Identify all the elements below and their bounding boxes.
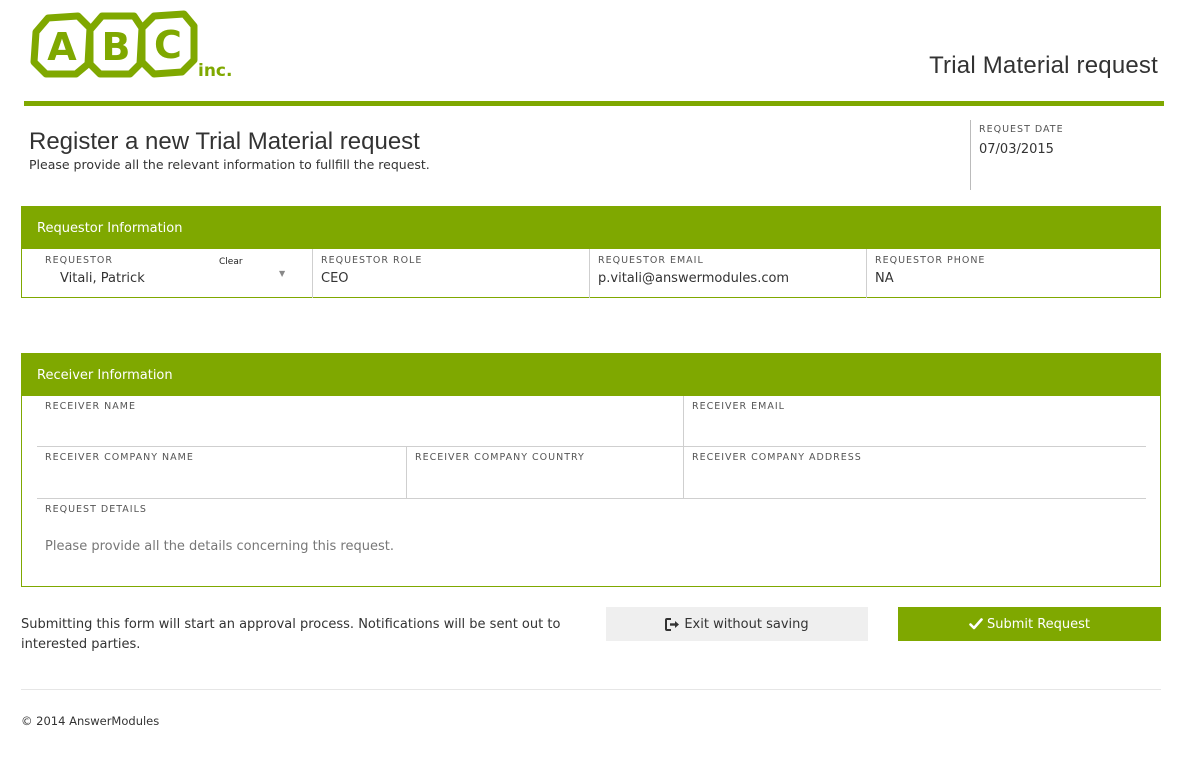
request-date-value: 07/03/2015 — [979, 142, 1054, 157]
request-details-textarea[interactable]: REQUEST DETAILS Please provide all the d… — [37, 499, 1146, 579]
requestor-phone-value: NA — [875, 271, 894, 286]
receiver-company-country-label: RECEIVER COMPANY COUNTRY — [415, 452, 585, 463]
receiver-panel-title: Receiver Information — [22, 354, 1160, 396]
clear-requestor-link[interactable]: Clear — [219, 257, 243, 267]
svg-text:B: B — [102, 25, 131, 69]
svg-text:A: A — [47, 25, 77, 69]
requestor-email-value: p.vitali@answermodules.com — [598, 271, 790, 286]
requestor-role-label: REQUESTOR ROLE — [321, 255, 423, 266]
copyright: © 2014 AnswerModules — [21, 714, 160, 728]
footer-divider — [21, 689, 1161, 690]
receiver-company-address-label: RECEIVER COMPANY ADDRESS — [692, 452, 862, 463]
page-subtitle: Please provide all the relevant informat… — [29, 157, 430, 172]
exit-button-label: Exit without saving — [684, 616, 809, 632]
receiver-company-name-label: RECEIVER COMPANY NAME — [45, 452, 194, 463]
request-details-placeholder: Please provide all the details concernin… — [45, 539, 394, 554]
request-date-field: REQUEST DATE 07/03/2015 — [970, 120, 1064, 190]
receiver-email-label: RECEIVER EMAIL — [692, 401, 785, 412]
receiver-email-field[interactable]: RECEIVER EMAIL — [683, 396, 1146, 447]
submit-request-button[interactable]: Submit Request — [898, 607, 1161, 641]
requestor-email-field[interactable]: REQUESTOR EMAIL p.vitali@answermodules.c… — [590, 249, 867, 298]
requestor-phone-field[interactable]: REQUESTOR PHONE NA — [867, 249, 1160, 298]
chevron-down-icon[interactable]: ▼ — [279, 269, 285, 278]
request-details-label: REQUEST DETAILS — [45, 504, 147, 515]
receiver-name-field[interactable]: RECEIVER NAME — [37, 396, 683, 447]
requestor-role-field[interactable]: REQUESTOR ROLE CEO — [313, 249, 590, 298]
sign-out-icon — [665, 617, 680, 631]
abc-inc-logo: A B C inc. — [30, 10, 232, 81]
page-title: Register a new Trial Material request — [29, 128, 420, 155]
svg-text:inc.: inc. — [198, 61, 232, 81]
receiver-name-label: RECEIVER NAME — [45, 401, 136, 412]
svg-text:C: C — [154, 23, 182, 67]
receiver-company-country-field[interactable]: RECEIVER COMPANY COUNTRY — [406, 447, 683, 499]
requestor-label: REQUESTOR — [45, 255, 113, 266]
submission-notice: Submitting this form will start an appro… — [21, 617, 561, 652]
requestor-panel-title: Requestor Information — [22, 207, 1160, 249]
submit-button-label: Submit Request — [986, 616, 1091, 632]
receiver-company-name-field[interactable]: RECEIVER COMPANY NAME — [37, 447, 406, 499]
receiver-company-address-field[interactable]: RECEIVER COMPANY ADDRESS — [683, 447, 1146, 499]
requestor-value: Vitali, Patrick — [60, 271, 145, 286]
app-title: Trial Material request — [929, 52, 1158, 79]
receiver-panel: Receiver Information RECEIVER NAME RECEI… — [21, 353, 1161, 587]
request-date-label: REQUEST DATE — [979, 124, 1064, 135]
exit-without-saving-button[interactable]: Exit without saving — [606, 607, 868, 641]
requestor-role-value: CEO — [321, 271, 349, 286]
requestor-phone-label: REQUESTOR PHONE — [875, 255, 986, 266]
requestor-select[interactable]: REQUESTOR Vitali, Patrick Clear ▼ — [22, 249, 313, 298]
requestor-panel: Requestor Information REQUESTOR Vitali, … — [21, 206, 1161, 298]
requestor-email-label: REQUESTOR EMAIL — [598, 255, 704, 266]
check-icon — [969, 618, 983, 630]
page-header: A B C inc. Trial Material request — [24, 0, 1164, 106]
